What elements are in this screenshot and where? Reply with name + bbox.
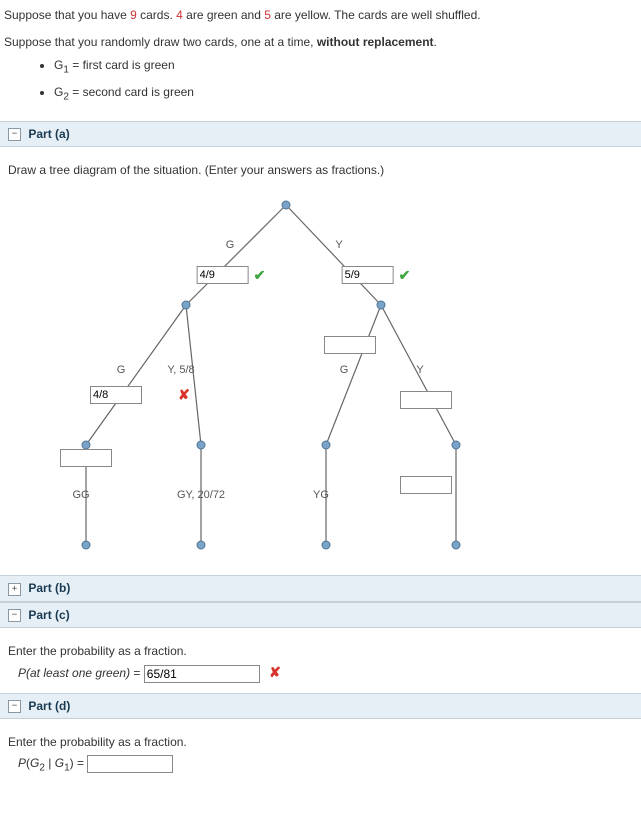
part-d-instruction: Enter the probability as a fraction. <box>8 735 633 749</box>
part-c-instruction: Enter the probability as a fraction. <box>8 644 633 658</box>
yy-branch-input-wrap <box>400 391 452 409</box>
check-icon: ✔ <box>254 267 266 284</box>
part-c-label: Part (c) <box>28 608 69 622</box>
label-gy-branch: Y, 5/8 <box>167 364 194 376</box>
part-d-header[interactable]: − Part (d) <box>0 693 641 719</box>
problem-intro: Suppose that you have 9 cards. 4 are gre… <box>0 0 641 121</box>
tree-diagram: G Y ✔ ✔ G Y, 5/8 ✘ G Y <box>6 195 636 565</box>
text: are yellow. The cards are well shuffled. <box>271 8 481 22</box>
gg-leaf-input-wrap <box>60 449 112 467</box>
first-y-prob-input-wrap: ✔ <box>342 266 411 284</box>
collapse-icon: − <box>8 609 21 622</box>
label-yy-branch: Y <box>416 364 423 376</box>
expand-icon: + <box>8 583 21 596</box>
p-symbol: P <box>18 756 26 770</box>
label-y-branch: Y <box>335 239 342 251</box>
part-d-answer-line: P(G2 | G1) = <box>6 755 635 774</box>
num-total: 9 <box>130 8 137 22</box>
part-c-input[interactable] <box>144 665 260 683</box>
part-d-input[interactable] <box>87 755 173 773</box>
p-arg: (at least one green) <box>26 666 130 680</box>
text: Suppose that you have <box>4 8 130 22</box>
num-green: 4 <box>176 8 183 22</box>
gg-branch-input-wrap <box>90 386 142 404</box>
text: Suppose that you randomly draw two cards… <box>4 35 317 49</box>
sym: G <box>54 58 63 72</box>
label-gg-branch: G <box>117 364 126 376</box>
part-c-header[interactable]: − Part (c) <box>0 602 641 628</box>
def: = first card is green <box>69 58 175 72</box>
text-bold: without replacement <box>317 35 434 49</box>
check-icon: ✔ <box>399 267 411 284</box>
part-b-label: Part (b) <box>28 581 70 595</box>
equals: = <box>74 756 88 770</box>
equals: = <box>130 666 144 680</box>
part-c-answer-line: P(at least one green) = ✘ <box>6 664 635 683</box>
yy-leaf-input[interactable] <box>400 476 452 494</box>
text: . <box>434 35 437 49</box>
label-yg-branch: G <box>340 364 349 376</box>
g1: G <box>55 756 64 770</box>
first-g-prob-input[interactable] <box>197 266 249 284</box>
part-d-label: Part (d) <box>28 699 70 713</box>
yy-branch-input[interactable] <box>400 391 452 409</box>
g1-definition: G1 = first card is green <box>54 56 637 78</box>
definitions-list: G1 = first card is green G2 = second car… <box>4 56 637 105</box>
label-gy: GY, 20/72 <box>177 489 225 501</box>
def: = second card is green <box>69 85 194 99</box>
text: cards. <box>137 8 176 22</box>
gg-leaf-input[interactable] <box>60 449 112 467</box>
yg-branch-input[interactable] <box>324 336 376 354</box>
bar: | <box>45 756 55 770</box>
part-a-label: Part (a) <box>28 127 69 141</box>
collapse-icon: − <box>8 128 21 141</box>
gy-branch-mark-wrap: ✘ <box>178 387 190 404</box>
label-g-branch: G <box>226 239 235 251</box>
text: are green and <box>183 8 264 22</box>
x-icon: ✘ <box>269 664 281 680</box>
gg-branch-input[interactable] <box>90 386 142 404</box>
first-g-prob-input-wrap: ✔ <box>197 266 266 284</box>
first-y-prob-input[interactable] <box>342 266 394 284</box>
part-b-header[interactable]: + Part (b) <box>0 575 641 601</box>
part-d-body: Enter the probability as a fraction. P(G… <box>0 719 641 784</box>
part-c-body: Enter the probability as a fraction. P(a… <box>0 628 641 693</box>
part-a-body: Draw a tree diagram of the situation. (E… <box>0 147 641 575</box>
part-a-header[interactable]: − Part (a) <box>0 121 641 147</box>
p-symbol: P <box>18 666 26 680</box>
intro-line1: Suppose that you have 9 cards. 4 are gre… <box>4 6 637 25</box>
label-gg: GG <box>72 489 89 501</box>
part-a-instruction: Draw a tree diagram of the situation. (E… <box>8 163 633 177</box>
sym: G <box>54 85 63 99</box>
g2: G <box>30 756 39 770</box>
num-yellow: 5 <box>264 8 271 22</box>
g2-definition: G2 = second card is green <box>54 83 637 105</box>
yy-leaf-input-wrap <box>400 476 452 494</box>
collapse-icon: − <box>8 700 21 713</box>
tree-lines <box>6 195 636 565</box>
intro-line2: Suppose that you randomly draw two cards… <box>4 33 637 52</box>
yg-branch-input-wrap <box>324 336 376 354</box>
x-icon: ✘ <box>178 387 190 404</box>
label-yg: YG <box>313 489 329 501</box>
